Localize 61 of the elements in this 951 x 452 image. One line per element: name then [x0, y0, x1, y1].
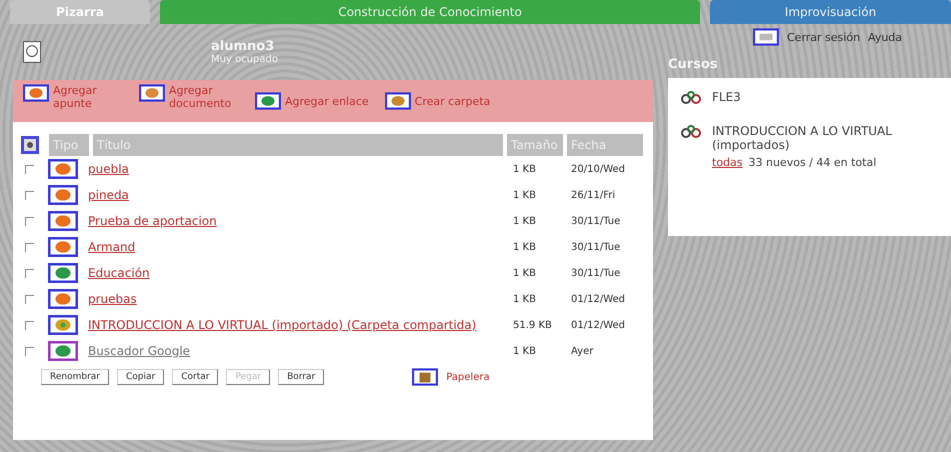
trash-link[interactable]: Papelera — [446, 372, 490, 382]
course-name[interactable]: FLE3 — [712, 90, 741, 104]
select-all-checkbox[interactable] — [21, 136, 39, 154]
file-date: Ayer — [571, 346, 594, 356]
news-count: 33 nuevos / 44 en total — [748, 156, 876, 169]
file-date: 30/11/Tue — [571, 216, 622, 226]
note-icon — [48, 237, 78, 257]
row-checkbox[interactable] — [25, 346, 34, 356]
file-link[interactable]: Prueba de aportacion — [88, 214, 503, 228]
user-status: Muy ocupado — [211, 54, 278, 65]
note-icon — [48, 159, 78, 179]
header-link[interactable]: Cerrar sesión — [787, 30, 860, 44]
toolbar-icon[interactable] — [255, 92, 281, 110]
row-checkbox[interactable] — [25, 190, 34, 200]
note-icon — [48, 211, 78, 231]
file-date: 01/12/Wed — [571, 294, 626, 304]
header-link[interactable]: Ayuda — [868, 30, 902, 44]
file-link[interactable]: puebla — [88, 162, 503, 176]
news-link[interactable]: todas — [712, 156, 742, 169]
row-checkbox[interactable] — [25, 320, 34, 330]
file-date: 26/11/Fri — [571, 190, 616, 200]
file-size: 1 KB — [513, 242, 537, 252]
action-button[interactable]: Renombrar — [41, 369, 109, 385]
window-icon[interactable] — [753, 28, 779, 46]
toolbar-icon[interactable] — [384, 92, 411, 110]
file-size: 1 KB — [513, 294, 537, 304]
file-date: 30/11/Tue — [571, 242, 622, 252]
row-checkbox[interactable] — [25, 268, 34, 278]
file-date: 20/10/Wed — [571, 164, 626, 174]
row-checkbox[interactable] — [25, 164, 34, 174]
file-date: 01/12/Wed — [571, 320, 626, 330]
file-link[interactable]: pineda — [88, 188, 503, 202]
file-link[interactable]: Armand — [88, 240, 503, 254]
file-link[interactable]: INTRODUCCION A LO VIRTUAL (importado) (Carpeta compartida) — [88, 318, 503, 332]
file-size: 1 KB — [513, 190, 537, 200]
globe-icon — [48, 263, 78, 283]
row-checkbox[interactable] — [25, 294, 34, 304]
avatar-icon — [23, 41, 41, 63]
action-button[interactable]: Cortar — [172, 369, 218, 385]
note-icon — [48, 185, 78, 205]
course-name[interactable]: INTRODUCCION A LO VIRTUAL (importados) — [712, 124, 939, 152]
globe-icon — [48, 341, 78, 361]
toolbar-icon[interactable] — [139, 84, 165, 102]
tab[interactable]: Improvisuación — [710, 0, 951, 24]
row-checkbox[interactable] — [25, 216, 34, 226]
file-size: 1 KB — [513, 164, 537, 174]
file-size: 1 KB — [513, 346, 537, 356]
file-link[interactable]: pruebas — [88, 292, 503, 306]
action-button[interactable]: Borrar — [278, 369, 324, 385]
toolbar-icon[interactable] — [23, 84, 49, 102]
row-checkbox[interactable] — [25, 242, 34, 252]
file-date: 30/11/Tue — [571, 268, 622, 278]
file-link[interactable]: Buscador Google — [88, 344, 503, 358]
file-size: 1 KB — [513, 216, 537, 226]
section-title: Cursos — [668, 56, 719, 74]
note-icon — [48, 289, 78, 309]
file-link[interactable]: Educación — [88, 266, 503, 280]
user-name: alumno3 — [211, 39, 276, 54]
file-size: 1 KB — [513, 268, 537, 278]
file-size: 51.9 KB — [513, 320, 553, 330]
action-button[interactable]: Copiar — [117, 369, 164, 385]
